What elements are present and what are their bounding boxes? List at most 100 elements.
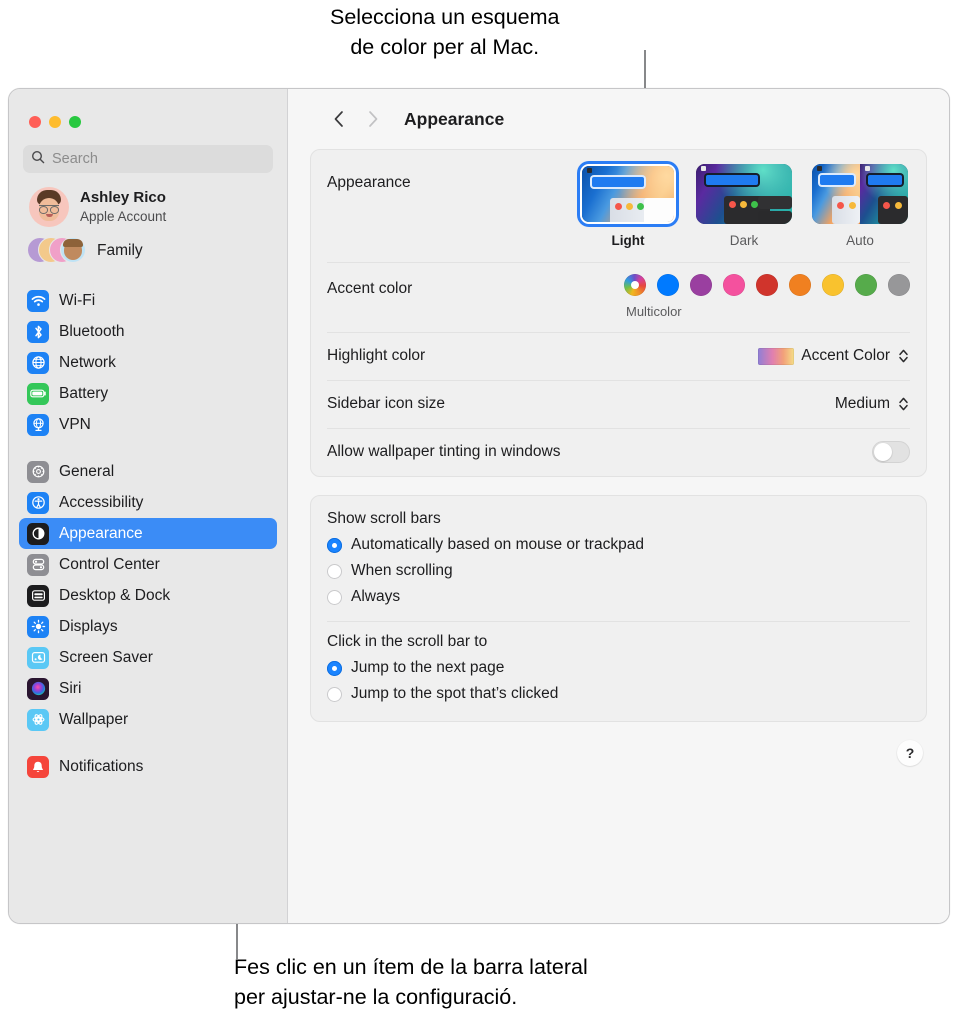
screen-saver-icon — [27, 647, 49, 669]
dark-thumbnail — [696, 164, 792, 224]
chevron-updown-icon — [897, 345, 910, 367]
wallpaper-tinting-label: Allow wallpaper tinting in windows — [327, 443, 560, 461]
sidebar-item-desktop-dock[interactable]: Desktop & Dock — [19, 580, 277, 611]
sidebar-item-label: Control Center — [59, 556, 160, 574]
sidebar-item-siri[interactable]: Siri — [19, 673, 277, 704]
appearance-option-dark[interactable]: Dark — [696, 164, 792, 248]
radio-button[interactable] — [327, 687, 342, 702]
radio-button[interactable] — [327, 661, 342, 676]
accent-swatch-red[interactable] — [756, 274, 778, 296]
bell-icon — [27, 756, 49, 778]
sidebar-item-appearance[interactable]: Appearance — [19, 518, 277, 549]
accent-swatch-multicolor[interactable] — [624, 274, 646, 296]
highlight-color-popup[interactable]: Accent Color — [758, 345, 910, 367]
radio-label: When scrolling — [351, 562, 453, 580]
accent-swatch-green[interactable] — [855, 274, 877, 296]
back-button[interactable] — [322, 104, 356, 134]
click-scroll-bar-title: Click in the scroll bar to — [327, 633, 910, 651]
accent-swatch-pink[interactable] — [723, 274, 745, 296]
appearance-option-light[interactable]: Light — [580, 164, 676, 248]
sidebar-item-label: Accessibility — [59, 494, 143, 512]
appearance-option-label: Light — [580, 233, 676, 248]
accent-swatch-graphite[interactable] — [888, 274, 910, 296]
accent-swatch-purple[interactable] — [690, 274, 712, 296]
toggle-knob — [874, 443, 892, 461]
bluetooth-icon — [27, 321, 49, 343]
scrollbar-option-when-scrolling[interactable]: When scrolling — [327, 558, 910, 584]
family-avatars-icon — [27, 237, 87, 265]
detail-pane: Appearance Appearance — [288, 89, 949, 923]
sidebar-item-label: Bluetooth — [59, 323, 125, 341]
sidebar-item-vpn[interactable]: VPN — [19, 409, 277, 440]
sidebar-item-wallpaper[interactable]: Wallpaper — [19, 704, 277, 735]
highlight-color-label: Highlight color — [327, 347, 425, 365]
click-option-spot-clicked[interactable]: Jump to the spot that’s clicked — [327, 681, 910, 707]
radio-button[interactable] — [327, 538, 342, 553]
minimize-button[interactable] — [49, 116, 61, 128]
sidebar-item-label: Siri — [59, 680, 81, 698]
zoom-button[interactable] — [69, 116, 81, 128]
close-button[interactable] — [29, 116, 41, 128]
wallpaper-tinting-toggle[interactable] — [872, 441, 910, 463]
sidebar-icon-size-popup[interactable]: Medium — [835, 393, 910, 415]
search-icon — [31, 150, 45, 169]
sidebar-item-control-center[interactable]: Control Center — [19, 549, 277, 580]
system-settings-window: Search Ashley Rico Apple Account Family — [8, 88, 950, 924]
accent-swatch-blue[interactable] — [657, 274, 679, 296]
radio-label: Always — [351, 588, 400, 606]
sidebar-item-bluetooth[interactable]: Bluetooth — [19, 316, 277, 347]
sidebar-item-label: Desktop & Dock — [59, 587, 170, 605]
appearance-option-auto[interactable]: Auto — [812, 164, 908, 248]
radio-label: Jump to the next page — [351, 659, 504, 677]
appearance-option-label: Auto — [812, 233, 908, 248]
accent-swatch-yellow[interactable] — [822, 274, 844, 296]
sidebar-item-wi-fi[interactable]: Wi-Fi — [19, 285, 277, 316]
sidebar-item-label: Displays — [59, 618, 118, 636]
sidebar-item-displays[interactable]: Displays — [19, 611, 277, 642]
control-center-icon — [27, 554, 49, 576]
scrollbar-option-always[interactable]: Always — [327, 584, 910, 610]
radio-button[interactable] — [327, 564, 342, 579]
click-option-next-page[interactable]: Jump to the next page — [327, 655, 910, 681]
siri-icon — [27, 678, 49, 700]
sidebar-item-accessibility[interactable]: Accessibility — [19, 487, 277, 518]
desktop-dock-icon — [27, 585, 49, 607]
accent-swatch-orange[interactable] — [789, 274, 811, 296]
radio-label: Jump to the spot that’s clicked — [351, 685, 558, 703]
chevron-right-icon — [367, 110, 379, 128]
forward-button[interactable] — [356, 104, 390, 134]
scrollbar-option-automatic[interactable]: Automatically based on mouse or trackpad — [327, 532, 910, 558]
sidebar: Search Ashley Rico Apple Account Family — [9, 89, 288, 923]
sidebar-item-label: Wi-Fi — [59, 292, 95, 310]
avatar — [29, 187, 69, 227]
sidebar-item-label: Wallpaper — [59, 711, 128, 729]
highlight-color-row: Highlight color Accent Color — [311, 332, 926, 380]
sidebar-item-network[interactable]: Network — [19, 347, 277, 378]
sidebar-item-label: VPN — [59, 416, 91, 434]
appearance-row: Appearance — [311, 150, 926, 262]
sidebar-icon-size-label: Sidebar icon size — [327, 395, 445, 413]
radio-button[interactable] — [327, 590, 342, 605]
sidebar-group-notifications: Notifications — [9, 747, 287, 782]
sidebar-item-general[interactable]: General — [19, 456, 277, 487]
appearance-settings-card: Appearance — [310, 149, 927, 477]
sidebar-group-connectivity: Wi-Fi Bluetooth Network — [9, 281, 287, 440]
sidebar-item-label: Notifications — [59, 758, 143, 776]
family-label: Family — [97, 242, 143, 260]
search-input[interactable]: Search — [23, 145, 273, 173]
appearance-options: Light — [580, 164, 910, 248]
appearance-label: Appearance — [327, 164, 411, 192]
help-icon[interactable]: ? — [897, 740, 923, 766]
brightness-icon — [27, 616, 49, 638]
apple-account-row[interactable]: Ashley Rico Apple Account — [9, 173, 287, 233]
scroll-bars-card: Show scroll bars Automatically based on … — [310, 495, 927, 722]
sidebar-item-screen-saver[interactable]: Screen Saver — [19, 642, 277, 673]
radio-label: Automatically based on mouse or trackpad — [351, 536, 644, 554]
callout-bottom-text: Fes clic en un ítem de la barra lateral … — [234, 952, 588, 1012]
sidebar-item-battery[interactable]: Battery — [19, 378, 277, 409]
account-name: Ashley Rico — [80, 189, 166, 207]
sidebar-item-label: Screen Saver — [59, 649, 153, 667]
sidebar-item-notifications[interactable]: Notifications — [19, 751, 277, 782]
chevron-left-icon — [333, 110, 345, 128]
family-row[interactable]: Family — [9, 233, 287, 269]
